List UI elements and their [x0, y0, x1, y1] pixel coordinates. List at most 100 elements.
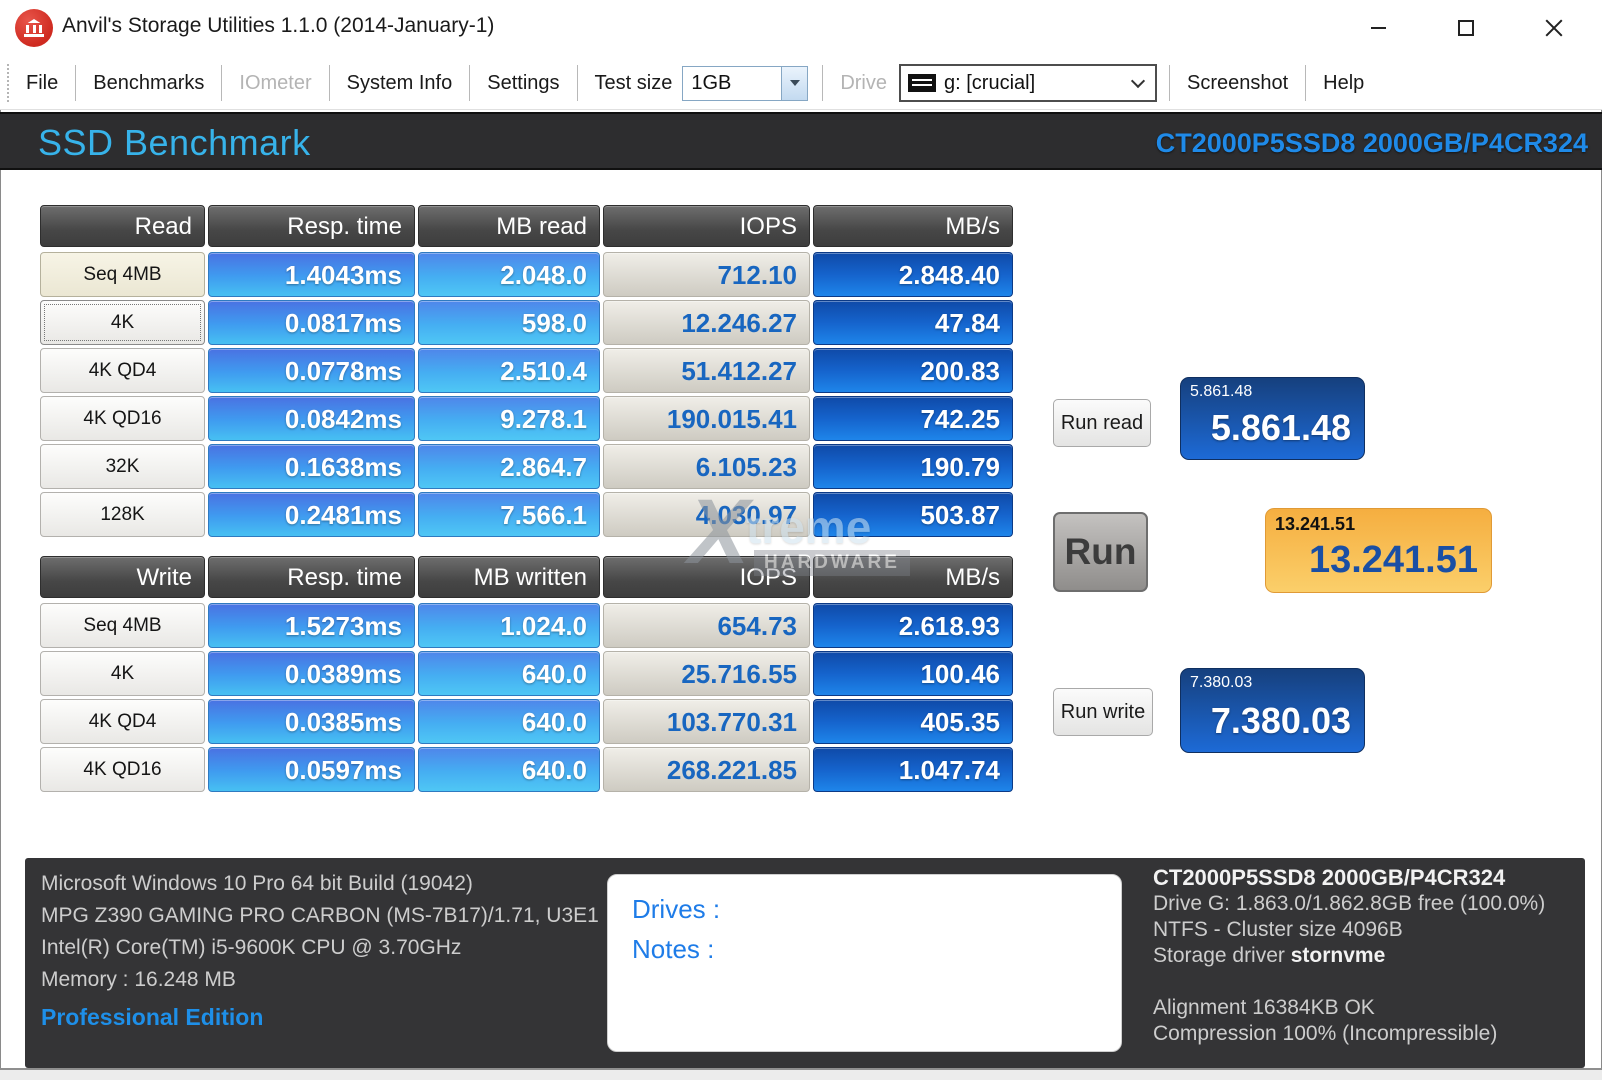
read-header: Read — [40, 205, 205, 247]
title-bar: Anvil's Storage Utilities 1.1.0 (2014-Ja… — [0, 0, 1602, 57]
menu-help[interactable]: Help — [1306, 72, 1381, 95]
menu-benchmarks[interactable]: Benchmarks — [76, 72, 221, 95]
menu-screenshot[interactable]: Screenshot — [1170, 72, 1305, 95]
window-bottom-edge — [0, 1068, 1602, 1080]
iops-value: 25.716.55 — [603, 651, 810, 696]
mb-written-value: 1.024.0 — [418, 603, 600, 648]
iops-value: 6.105.23 — [603, 444, 810, 489]
run-write-button[interactable]: Run write — [1053, 688, 1153, 736]
read-4kqd4-button[interactable]: 4K QD4 — [40, 348, 205, 393]
os-line: Microsoft Windows 10 Pro 64 bit Build (1… — [41, 868, 599, 900]
total-score-small: 13.241.51 — [1275, 514, 1355, 535]
benchmark-band: SSD Benchmark CT2000P5SSD8 2000GB/P4CR32… — [0, 112, 1602, 170]
app-icon — [15, 9, 53, 47]
test-size-label: Test size — [578, 72, 683, 95]
resp-time-value: 0.0842ms — [208, 396, 415, 441]
mbs-value: 47.84 — [813, 300, 1013, 345]
minimize-button[interactable] — [1352, 6, 1404, 50]
close-button[interactable] — [1528, 6, 1580, 50]
menu-system-info[interactable]: System Info — [330, 72, 470, 95]
mb-read-value: 2.048.0 — [418, 252, 600, 297]
write-4kqd16-button[interactable]: 4K QD16 — [40, 747, 205, 792]
storage-driver-label: Storage driver — [1153, 944, 1285, 967]
drive-label: Drive — [823, 72, 897, 95]
iops-value: 12.246.27 — [603, 300, 810, 345]
test-size-select[interactable]: 1GB — [682, 66, 808, 101]
mb-read-value: 9.278.1 — [418, 396, 600, 441]
table-row: 32K 0.1638ms 2.864.7 6.105.23 190.79 — [40, 444, 1013, 489]
read-128k-button[interactable]: 128K — [40, 492, 205, 537]
read-32k-button[interactable]: 32K — [40, 444, 205, 489]
mb-written-value: 640.0 — [418, 699, 600, 744]
resp-time-value: 0.0597ms — [208, 747, 415, 792]
menu-settings[interactable]: Settings — [470, 72, 576, 95]
read-seq4mb-button[interactable]: Seq 4MB — [40, 252, 205, 297]
total-score-value: 13.241.51 — [1309, 539, 1478, 582]
iops-header: IOPS — [603, 205, 810, 247]
write-4kqd4-button[interactable]: 4K QD4 — [40, 699, 205, 744]
test-size-value: 1GB — [683, 67, 781, 100]
motherboard-line: MPG Z390 GAMING PRO CARBON (MS-7B17)/1.7… — [41, 900, 599, 932]
edition-label: Professional Edition — [41, 1004, 263, 1031]
cpu-line: Intel(R) Core(TM) i5-9600K CPU @ 3.70GHz — [41, 932, 599, 964]
run-read-button[interactable]: Run read — [1053, 399, 1151, 447]
mbs-header: MB/s — [813, 205, 1013, 247]
drive-model: CT2000P5SSD8 2000GB/P4CR324 — [1153, 864, 1578, 891]
drive-info: CT2000P5SSD8 2000GB/P4CR324 Drive G: 1.8… — [1153, 864, 1578, 1047]
drive-filesystem: NTFS - Cluster size 4096B — [1153, 917, 1578, 943]
iops-value: 190.015.41 — [603, 396, 810, 441]
mb-read-value: 598.0 — [418, 300, 600, 345]
table-row: Seq 4MB 1.5273ms 1.024.0 654.73 2.618.93 — [40, 603, 1013, 648]
maximize-button[interactable] — [1440, 6, 1492, 50]
iops-header: IOPS — [603, 556, 810, 598]
iops-value: 4.030.97 — [603, 492, 810, 537]
write-score-value: 7.380.03 — [1211, 700, 1351, 742]
iops-value: 103.770.31 — [603, 699, 810, 744]
read-score-small: 5.861.48 — [1190, 383, 1252, 401]
resp-time-value: 0.0389ms — [208, 651, 415, 696]
iops-value: 654.73 — [603, 603, 810, 648]
mbs-value: 190.79 — [813, 444, 1013, 489]
notes-label: Notes : — [632, 929, 1121, 969]
table-row: 4K QD16 0.0842ms 9.278.1 190.015.41 742.… — [40, 396, 1013, 441]
resp-time-value: 0.2481ms — [208, 492, 415, 537]
resp-time-value: 1.4043ms — [208, 252, 415, 297]
write-seq4mb-button[interactable]: Seq 4MB — [40, 603, 205, 648]
drive-select[interactable]: g: [crucial] — [899, 64, 1157, 102]
read-score-value: 5.861.48 — [1211, 407, 1351, 449]
resp-time-value: 0.1638ms — [208, 444, 415, 489]
read-4kqd16-button[interactable]: 4K QD16 — [40, 396, 205, 441]
window-title: Anvil's Storage Utilities 1.1.0 (2014-Ja… — [62, 14, 494, 38]
storage-driver-line: Storage driver stornvme — [1153, 943, 1578, 969]
resp-time-value: 0.0385ms — [208, 699, 415, 744]
iops-value: 51.412.27 — [603, 348, 810, 393]
mbs-value: 100.46 — [813, 651, 1013, 696]
resp-time-value: 0.0778ms — [208, 348, 415, 393]
menu-iometer[interactable]: IOmeter — [222, 72, 328, 95]
write-table-header: Write Resp. time MB written IOPS MB/s — [40, 556, 1013, 598]
resp-time-header: Resp. time — [208, 556, 415, 598]
run-button[interactable]: Run — [1053, 512, 1148, 592]
system-info: Microsoft Windows 10 Pro 64 bit Build (1… — [41, 868, 599, 996]
resp-time-value: 1.5273ms — [208, 603, 415, 648]
table-row: 4K 0.0389ms 640.0 25.716.55 100.46 — [40, 651, 1013, 696]
anvil-logo-icon — [24, 19, 44, 37]
table-row: 128K 0.2481ms 7.566.1 4.030.97 503.87 — [40, 492, 1013, 537]
mb-read-value: 2.510.4 — [418, 348, 600, 393]
read-table-header: Read Resp. time MB read IOPS MB/s — [40, 205, 1013, 247]
mbs-value: 200.83 — [813, 348, 1013, 393]
table-row: 4K QD16 0.0597ms 640.0 268.221.85 1.047.… — [40, 747, 1013, 792]
total-score-box: 13.241.51 13.241.51 — [1265, 508, 1492, 593]
compression-line: Compression 100% (Incompressible) — [1153, 1021, 1578, 1047]
minimize-icon — [1371, 27, 1386, 29]
write-header: Write — [40, 556, 205, 598]
drive-icon — [908, 74, 936, 92]
read-4k-button[interactable]: 4K — [40, 300, 205, 345]
resp-time-value: 0.0817ms — [208, 300, 415, 345]
write-4k-button[interactable]: 4K — [40, 651, 205, 696]
read-score-box: 5.861.48 5.861.48 — [1180, 377, 1365, 460]
drives-notes-box[interactable]: Drives : Notes : — [607, 874, 1122, 1052]
mbs-value: 405.35 — [813, 699, 1013, 744]
test-size-dropdown-button[interactable] — [781, 67, 807, 100]
menu-file[interactable]: File — [9, 72, 75, 95]
